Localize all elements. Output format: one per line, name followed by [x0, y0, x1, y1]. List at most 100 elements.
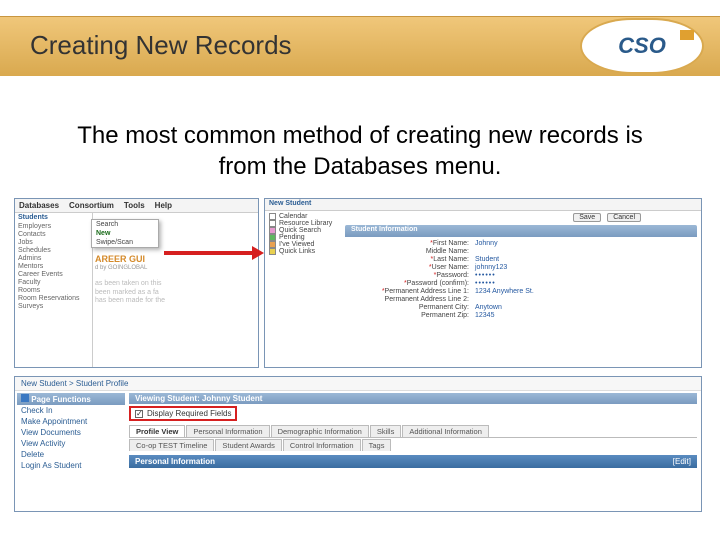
- widget-pending[interactable]: Pending: [267, 234, 341, 241]
- tab-additional[interactable]: Additional Information: [402, 425, 489, 437]
- page-title: Creating New Records: [30, 30, 292, 61]
- checkbox-icon: [269, 220, 276, 227]
- tab-skills[interactable]: Skills: [370, 425, 402, 437]
- field-label: *Password:: [345, 272, 475, 279]
- checkbox-label: Display Required Fields: [147, 409, 231, 418]
- viewing-header: Viewing Student: Johnny Student: [129, 393, 697, 404]
- display-required-callout: Display Required Fields: [129, 406, 237, 421]
- arrow-line: [164, 251, 252, 255]
- save-button[interactable]: Save: [573, 213, 601, 222]
- address1-field[interactable]: 1234 Anywhere St.: [475, 288, 534, 295]
- tab-demographic[interactable]: Demographic Information: [271, 425, 369, 437]
- widget-calendar[interactable]: Calendar: [267, 213, 341, 220]
- pf-link[interactable]: View Documents: [17, 427, 125, 438]
- required-fields-checkbox[interactable]: [135, 410, 143, 418]
- section-bar: Personal Information [Edit]: [129, 455, 697, 468]
- sidebar-item[interactable]: Schedules: [18, 247, 89, 254]
- sidebar-item[interactable]: Jobs: [18, 239, 89, 246]
- widget-label: Quick Search: [279, 227, 321, 234]
- menu-consortium[interactable]: Consortium: [69, 201, 114, 210]
- student-name: Johnny Student: [202, 394, 262, 403]
- checkbox-icon: [269, 234, 276, 241]
- bg-line: been marked as a fa: [95, 289, 254, 297]
- widget-label: Calendar: [279, 213, 307, 220]
- breadcrumb: New Student: [265, 199, 701, 211]
- screenshot-databases-menu: Databases Consortium Tools Help Students…: [14, 198, 259, 368]
- section-title: Personal Information: [135, 457, 215, 466]
- field-label: Permanent Zip:: [345, 312, 475, 319]
- widget-resource[interactable]: Resource Library: [267, 220, 341, 227]
- subtab-coop[interactable]: Co-op TEST Timeline: [129, 439, 214, 451]
- cso-logo: CSO: [582, 20, 702, 72]
- subtab-tags[interactable]: Tags: [362, 439, 392, 451]
- sidebar-item[interactable]: Rooms: [18, 287, 89, 294]
- field-label: *First Name:: [345, 240, 475, 247]
- flyout-swipe[interactable]: Swipe/Scan: [92, 238, 158, 247]
- checkbox-icon: [269, 213, 276, 220]
- sidebar-item[interactable]: Faculty: [18, 279, 89, 286]
- subtab-control[interactable]: Control Information: [283, 439, 361, 451]
- form-buttons: Save Cancel: [573, 213, 641, 222]
- section-header: Student Information: [345, 225, 697, 237]
- field-label: *Last Name:: [345, 256, 475, 263]
- app-menubar: Databases Consortium Tools Help: [15, 199, 258, 213]
- pf-link[interactable]: Check In: [17, 405, 125, 416]
- page-functions-icon: [21, 394, 29, 402]
- tab-profile-view[interactable]: Profile View: [129, 425, 185, 437]
- sidebar-header-students[interactable]: Students: [18, 214, 89, 221]
- arrow-head-icon: [252, 246, 264, 260]
- checkbox-icon: [269, 248, 276, 255]
- pf-link[interactable]: Delete: [17, 449, 125, 460]
- menu-databases[interactable]: Databases: [19, 201, 59, 210]
- last-name-field[interactable]: Student: [475, 256, 499, 263]
- flyout-search[interactable]: Search: [92, 220, 158, 229]
- sidebar-item[interactable]: Career Events: [18, 271, 89, 278]
- callout-arrow: [164, 246, 264, 260]
- slide-body-text: The most common method of creating new r…: [70, 120, 650, 182]
- sidebar-item[interactable]: Room Reservations: [18, 295, 89, 302]
- city-field[interactable]: Anytown: [475, 304, 502, 311]
- bg-line: as been taken on this: [95, 280, 254, 288]
- bg-line: has been made for the: [95, 297, 254, 305]
- pf-link[interactable]: Login As Student: [17, 460, 125, 471]
- breadcrumb: New Student > Student Profile: [15, 377, 701, 391]
- menu-help[interactable]: Help: [155, 201, 172, 210]
- pf-link[interactable]: Make Appointment: [17, 416, 125, 427]
- screenshot-new-student-form: New Student Save Cancel Calendar Resourc…: [264, 198, 702, 368]
- pf-link[interactable]: View Activity: [17, 438, 125, 449]
- sidebar-item[interactable]: Admins: [18, 255, 89, 262]
- student-form: *First Name:Johnny Middle Name: *Last Na…: [345, 239, 697, 363]
- tab-personal-info[interactable]: Personal Information: [186, 425, 269, 437]
- menu-tools[interactable]: Tools: [124, 201, 145, 210]
- widget-label: Resource Library: [279, 220, 332, 227]
- field-label: *Permanent Address Line 1:: [345, 288, 475, 295]
- page-functions-panel: Page Functions Check In Make Appointment…: [17, 393, 125, 471]
- field-label: *User Name:: [345, 264, 475, 271]
- field-label: Permanent City:: [345, 304, 475, 311]
- sidebar-item[interactable]: Contacts: [18, 231, 89, 238]
- field-label: *Password (confirm):: [345, 280, 475, 287]
- password-confirm-field[interactable]: ••••••: [475, 280, 496, 287]
- screenshot-student-profile: New Student > Student Profile Page Funct…: [14, 376, 702, 512]
- username-field[interactable]: johnny123: [475, 264, 507, 271]
- cancel-button[interactable]: Cancel: [607, 213, 641, 222]
- widget-viewed[interactable]: I've Viewed: [267, 241, 341, 248]
- profile-main: Viewing Student: Johnny Student Display …: [129, 393, 697, 468]
- databases-sidebar: Students Employers Contacts Jobs Schedul…: [15, 213, 93, 367]
- field-label: Permanent Address Line 2:: [345, 296, 475, 303]
- widget-label: Quick Links: [279, 248, 315, 255]
- widget-quicklinks[interactable]: Quick Links: [267, 248, 341, 255]
- subtab-awards[interactable]: Student Awards: [215, 439, 281, 451]
- first-name-field[interactable]: Johnny: [475, 240, 498, 247]
- profile-subtabs: Co-op TEST Timeline Student Awards Contr…: [129, 437, 697, 451]
- flyout-new[interactable]: New: [92, 229, 158, 238]
- password-field[interactable]: ••••••: [475, 272, 496, 279]
- edit-link[interactable]: [Edit]: [673, 457, 691, 466]
- widget-quicksearch[interactable]: Quick Search: [267, 227, 341, 234]
- profile-tabs: Profile View Personal Information Demogr…: [129, 425, 697, 437]
- zip-field[interactable]: 12345: [475, 312, 494, 319]
- sidebar-item[interactable]: Mentors: [18, 263, 89, 270]
- sidebar-item[interactable]: Employers: [18, 223, 89, 230]
- left-widgets: Calendar Resource Library Quick Search P…: [267, 213, 341, 255]
- sidebar-item[interactable]: Surveys: [18, 303, 89, 310]
